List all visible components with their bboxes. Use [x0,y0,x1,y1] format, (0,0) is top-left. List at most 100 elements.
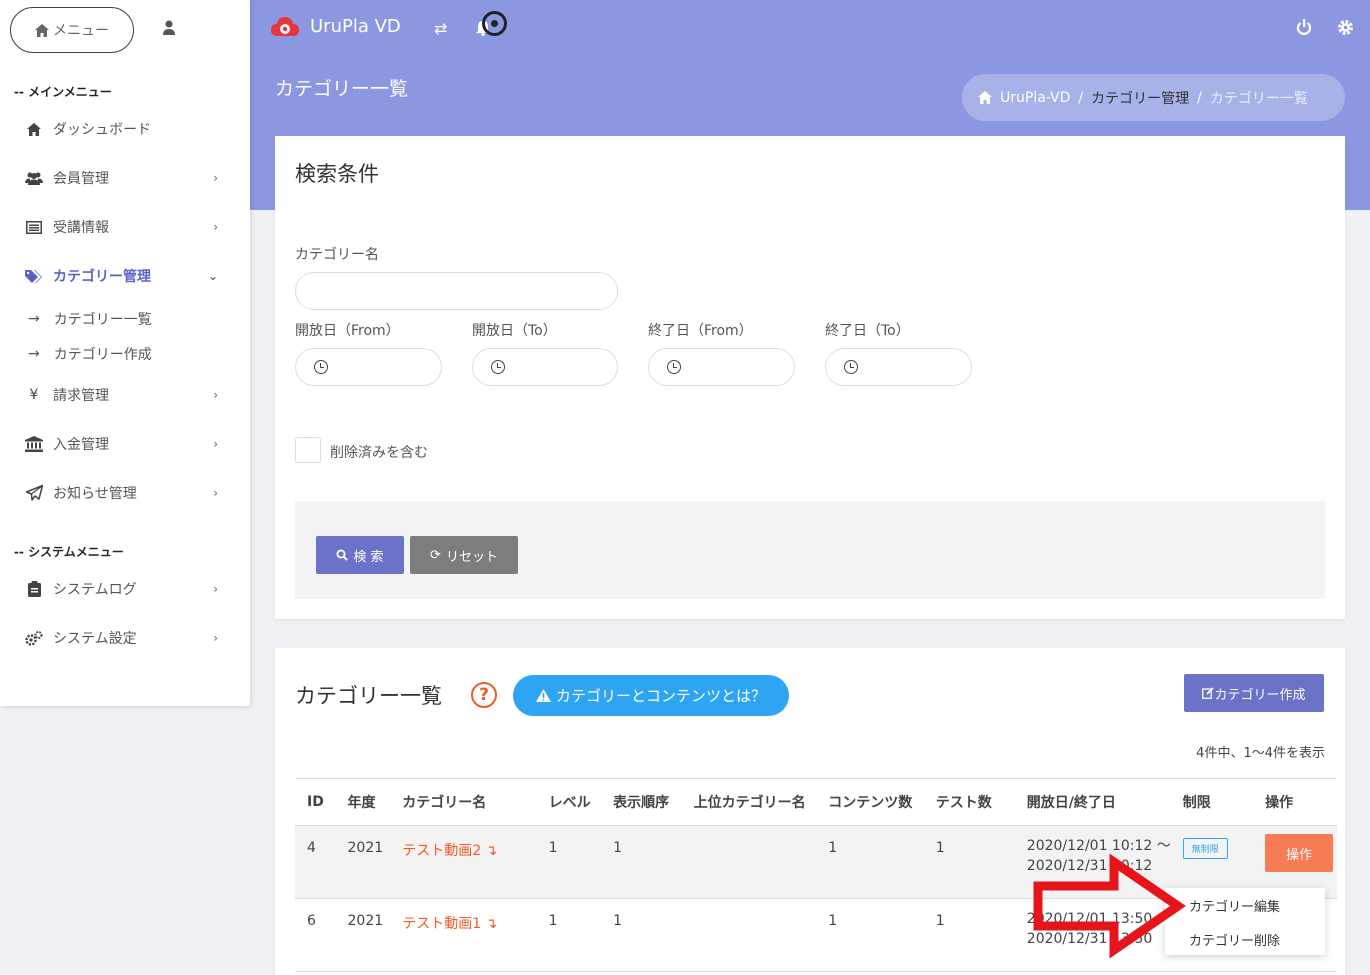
cell-contents: 1 [816,825,924,899]
column-header: 上位カテゴリー名 [681,778,817,826]
arrow-right-icon: → [28,346,40,362]
gear-icon[interactable] [1337,19,1354,36]
chevron-right-icon: › [213,631,218,645]
open-from-label: 開放日（From） [295,323,400,339]
table-header-row: ID 年度 カテゴリー名 レベル 表示順序 上位カテゴリー名 コンテンツ数 テス… [295,778,1337,826]
sidebar-item-sysconfig[interactable]: システム設定 › [24,626,224,650]
category-content-info-button[interactable]: カテゴリーとコンテンツとは？ [513,675,789,716]
column-header: 開放日/終了日 [1014,778,1171,826]
home-icon [978,91,992,104]
open-to-input[interactable] [472,348,618,386]
sidebar: メニュー -- メインメニュー ダッシュボード 会員管理 › 受講情報 › カテ… [0,0,250,706]
cell-name: テスト動画2 ↴ [390,825,537,899]
sidebar-item-news[interactable]: お知らせ管理 › [24,481,224,505]
arrow-right-icon: → [28,311,40,327]
menu-item-delete-category[interactable]: カテゴリー削除 [1189,930,1280,949]
create-category-button[interactable]: カテゴリー作成 [1184,674,1324,712]
swap-icon[interactable]: ⇄ [434,19,447,38]
breadcrumb-home[interactable]: UruPla-VD [1000,90,1070,106]
brand-name: UruPla VD [310,15,401,37]
cell-tests: 1 [923,898,1015,972]
sidebar-item-payment[interactable]: 入金管理 › [24,432,224,456]
red-arrow-annotation [1033,853,1186,959]
clock-icon [491,360,505,374]
end-from-input[interactable] [648,348,795,386]
column-header: 制限 [1170,778,1244,826]
sidebar-item-label: 受講情報 [53,220,109,236]
system-menu-section: -- システムメニュー [14,545,124,559]
cogs-icon [24,630,44,646]
open-from-input[interactable] [295,348,442,386]
sidebar-item-syslog[interactable]: システムログ › [24,577,224,601]
sidebar-item-label: システム設定 [53,631,137,647]
search-icon [336,549,349,561]
cursor-indicator [482,11,507,36]
breadcrumb: UruPla-VD / カテゴリー管理 / カテゴリー一覧 [962,74,1345,121]
warning-icon [535,689,551,702]
chevron-right-icon: › [213,486,218,500]
sidebar-item-label: 入金管理 [53,437,109,453]
clipboard-icon [24,581,44,597]
cell-year: 2021 [335,825,391,899]
category-name-input[interactable] [295,272,618,310]
cell-tests: 1 [923,825,1015,899]
chevron-down-icon: ⌄ [207,269,218,283]
home-icon [35,23,49,37]
sidebar-item-category[interactable]: カテゴリー管理 ⌄ [24,264,224,288]
sidebar-subitem-category-create[interactable]: → カテゴリー作成 [28,344,152,364]
list-alt-icon [24,220,44,234]
chevron-right-icon: › [213,171,218,185]
menu-item-edit-category[interactable]: カテゴリー編集 [1189,896,1280,915]
search-card: 検索条件 カテゴリー名 開放日（From） 開放日（To） 終了日（From） … [275,136,1345,619]
sidebar-item-courses[interactable]: 受講情報 › [24,215,224,239]
column-header: 表示順序 [601,778,682,826]
brand[interactable]: UruPla VD [270,14,401,38]
category-name-label: カテゴリー名 [295,247,379,263]
column-header: カテゴリー名 [390,778,537,826]
yen-icon: ¥ [29,387,39,403]
sidebar-item-billing[interactable]: ¥ 請求管理 › [24,383,224,407]
sort-arrow-icon: ↴ [485,916,498,932]
sort-arrow-icon: ↴ [485,843,498,859]
cell-level: 1 [536,898,602,972]
cell-order: 1 [601,898,682,972]
cell-year: 2021 [335,898,391,972]
menu-button[interactable]: メニュー [10,7,134,53]
open-to-label: 開放日（To） [472,323,557,339]
column-header: コンテンツ数 [816,778,924,826]
sidebar-subitem-label: カテゴリー作成 [53,347,152,363]
sidebar-item-label: 請求管理 [53,388,109,404]
sidebar-item-dashboard[interactable]: ダッシュボード [24,117,224,141]
reset-button[interactable]: ⟳ リセット [410,536,518,574]
create-button-label: カテゴリー作成 [1214,687,1306,703]
category-name-text: テスト動画2 [402,843,482,859]
info-button-label: カテゴリーとコンテンツとは？ [555,687,766,705]
breadcrumb-category-admin[interactable]: カテゴリー管理 [1091,88,1189,108]
chevron-right-icon: › [213,388,218,402]
include-deleted-checkbox[interactable] [295,437,321,463]
cell-parent [681,825,817,899]
sidebar-item-label: カテゴリー管理 [53,269,151,285]
bank-icon [24,436,44,452]
end-to-input[interactable] [825,348,972,386]
help-icon[interactable]: ? [471,682,497,708]
end-to-label: 終了日（To） [825,323,910,339]
result-count: 4件中、1〜4件を表示 [1196,746,1325,761]
sidebar-item-label: システムログ [53,582,137,598]
category-name-link[interactable]: テスト動画2 ↴ [402,843,497,859]
sidebar-subitem-category-list[interactable]: → カテゴリー一覧 [28,309,152,329]
cell-id: 4 [295,825,336,899]
column-header: ID [295,778,336,826]
sidebar-item-members[interactable]: 会員管理 › [24,166,224,190]
power-icon[interactable] [1296,19,1312,36]
search-button[interactable]: 検 索 [316,536,404,574]
end-from-label: 終了日（From） [648,323,753,339]
main-menu-section: -- メインメニュー [14,85,112,99]
button-area: 検 索 ⟳ リセット [295,501,1325,599]
category-name-link[interactable]: テスト動画1 ↴ [402,916,497,932]
breadcrumb-separator: / [1197,89,1202,106]
column-header: テスト数 [923,778,1015,826]
operation-button[interactable]: 操作 [1265,834,1334,872]
user-icon[interactable] [162,20,176,36]
search-button-label: 検 索 [353,549,384,565]
